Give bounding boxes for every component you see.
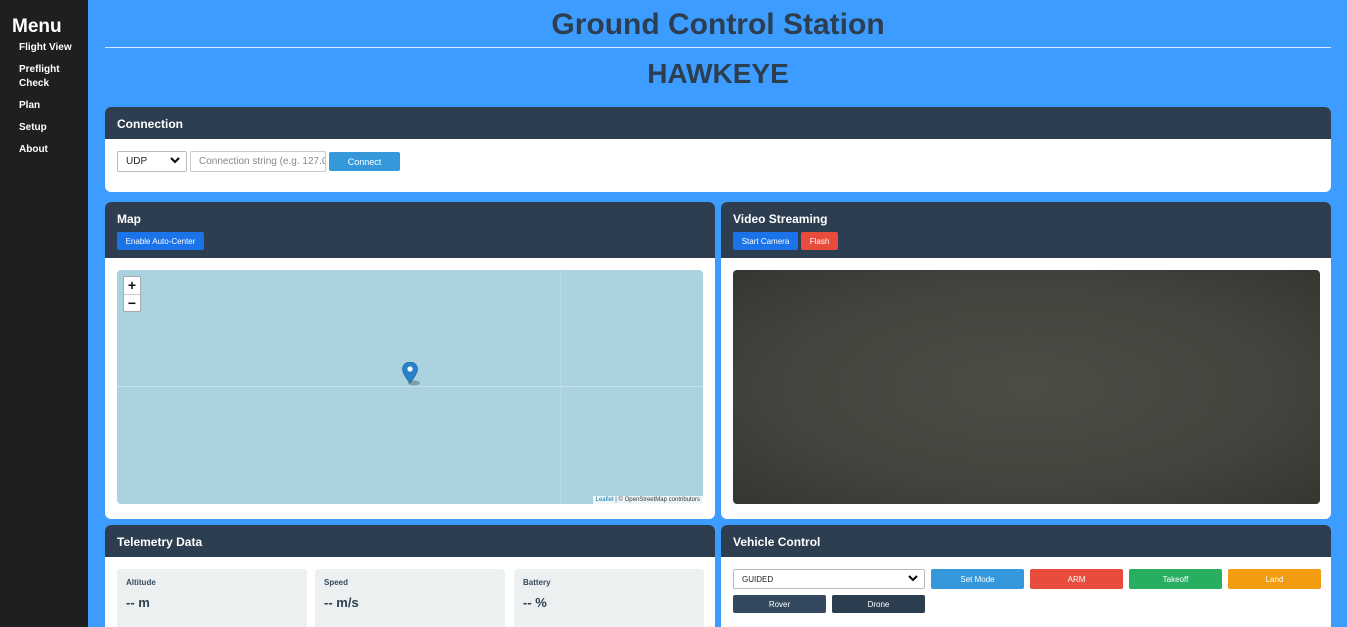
speed-label: Speed [324,578,349,587]
start-camera-button[interactable]: Start Camera [733,232,798,250]
rover-button[interactable]: Rover [733,595,826,613]
flash-button[interactable]: Flash [801,232,838,250]
video-header: Video Streaming Start Camera Flash [721,202,1331,258]
altitude-value: -- m [126,595,150,610]
menu-title: Menu [12,16,62,37]
sidebar-item-setup[interactable]: Setup [19,121,79,135]
map-header: Map Enable Auto-Center [105,202,715,258]
flight-mode-value: GUIDED [742,574,774,584]
connection-string-placeholder: Connection string (e.g. 127.0 [199,156,326,167]
speed-tile: Speed -- m/s [315,569,505,627]
arm-button[interactable]: ARM [1030,569,1123,589]
set-mode-button[interactable]: Set Mode [931,569,1024,589]
altitude-tile: Altitude -- m [117,569,307,627]
protocol-value: UDP [126,156,148,167]
map-marker-icon[interactable] [402,361,424,391]
vehicle-control-card: Vehicle Control GUIDED Set Mode ARM Take… [721,525,1331,627]
battery-value: -- % [523,595,547,610]
zoom-in-button[interactable]: + [124,277,140,294]
connection-controls: UDP Connection string (e.g. 127.0 Connec… [117,151,400,172]
map-card: Map Enable Auto-Center + − Leaflet | © O… [105,202,715,519]
zoom-out-button[interactable]: − [124,294,140,311]
drone-button[interactable]: Drone [832,595,925,613]
map-view[interactable]: + − Leaflet | © OpenStreetMap contributo… [117,270,703,504]
telemetry-card: Telemetry Data Altitude -- m Speed -- m/… [105,525,715,627]
connection-card: Connection UDP Connection string (e.g. 1… [105,107,1331,192]
vehicle-controls: GUIDED Set Mode ARM Takeoff Land Rover D… [733,569,1321,613]
altitude-label: Altitude [126,578,156,587]
sidebar-item-plan[interactable]: Plan [19,99,79,113]
leaflet-link[interactable]: Leaflet [596,497,614,503]
map-attribution: Leaflet | © OpenStreetMap contributors [592,496,703,504]
page-title: Ground Control Station [551,8,885,41]
video-feed [733,270,1320,504]
speed-value: -- m/s [324,595,359,610]
chevron-down-icon [908,574,918,584]
sidebar-item-preflight-check[interactable]: Preflight Check [19,63,79,91]
sidebar-item-flight-view[interactable]: Flight View [19,41,79,55]
protocol-select[interactable]: UDP [117,151,187,172]
vehicle-heading: Vehicle Control [721,525,1331,557]
page-subtitle: HAWKEYE [647,58,789,89]
sidebar-item-about[interactable]: About [19,143,79,157]
connection-heading: Connection [105,107,1331,139]
flight-mode-select[interactable]: GUIDED [733,569,925,589]
battery-label: Battery [523,578,551,587]
video-buttons: Start Camera Flash [733,232,1319,250]
video-heading: Video Streaming [733,212,828,226]
title-divider [105,47,1331,48]
sidebar-menu: Flight View Preflight Check Plan Setup A… [12,41,88,157]
battery-tile: Battery -- % [514,569,704,627]
video-card: Video Streaming Start Camera Flash [721,202,1331,519]
map-graticule-vertical [560,270,561,504]
telemetry-heading: Telemetry Data [105,525,715,557]
zoom-control: + − [123,276,141,312]
main-content: Ground Control Station HAWKEYE [105,0,1331,92]
map-heading: Map [117,212,141,226]
takeoff-button[interactable]: Takeoff [1129,569,1222,589]
land-button[interactable]: Land [1228,569,1321,589]
sidebar: Menu Flight View Preflight Check Plan Se… [0,0,88,627]
connection-string-input[interactable]: Connection string (e.g. 127.0 [190,151,326,172]
connect-button[interactable]: Connect [329,152,400,171]
auto-center-button[interactable]: Enable Auto-Center [117,232,204,250]
chevron-down-icon [170,156,180,167]
attribution-text: | © OpenStreetMap contributors [613,497,700,503]
